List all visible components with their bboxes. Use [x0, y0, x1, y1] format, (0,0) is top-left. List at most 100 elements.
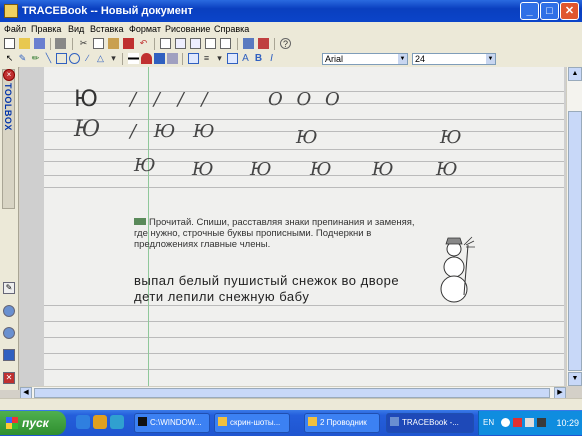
align-icon[interactable]: ≡ [201, 53, 212, 64]
bold-icon[interactable]: B [253, 53, 264, 64]
scroll-up-icon[interactable]: ▲ [568, 67, 582, 81]
folder-icon [308, 417, 317, 426]
page-icon[interactable] [160, 38, 171, 49]
toolbox-close-icon[interactable]: × [3, 69, 15, 81]
image-icon[interactable] [243, 38, 254, 49]
menu-bar: Файл Правка Вид Вставка Формат Рисование… [0, 22, 582, 36]
maximize-button[interactable]: □ [540, 2, 559, 20]
row3-letter: Ю [310, 159, 332, 180]
task-cmd[interactable]: C:\WINDOW... [134, 413, 210, 433]
special-icon[interactable] [123, 38, 134, 49]
explorer-quicklaunch-icon[interactable] [93, 415, 107, 429]
workbook-page: Ю Ю / / / / О О О / Ю Ю Ю Ю Ю Ю Ю Ю Ю Ю … [44, 67, 564, 386]
help-icon[interactable]: ? [280, 38, 291, 49]
app-icon [4, 4, 18, 18]
taskbar: пуск C:\WINDOW... скрин-шоты... 2 Провод… [0, 410, 582, 436]
task-explorer-group[interactable]: 2 Проводник [304, 413, 380, 433]
copy-icon[interactable] [93, 38, 104, 49]
frame-icon[interactable] [188, 53, 199, 64]
tracebook-icon [390, 417, 399, 426]
fill-color-icon[interactable] [141, 53, 152, 64]
task-screenshots[interactable]: скрин-шоты... [214, 413, 290, 433]
menu-edit[interactable]: Правка [31, 23, 61, 35]
menu-drawing[interactable]: Рисование [165, 23, 210, 35]
document-canvas[interactable]: Ю Ю / / / / О О О / Ю Ю Ю Ю Ю Ю Ю Ю Ю Ю … [20, 67, 566, 386]
row3-letter: Ю [134, 155, 156, 176]
page-delete-icon[interactable] [220, 38, 231, 49]
italic-icon[interactable]: I [266, 53, 277, 64]
row3-letter: Ю [192, 159, 214, 180]
task-tracebook[interactable]: TRACEBook -... [386, 413, 474, 433]
language-indicator[interactable]: EN [483, 418, 494, 427]
font-family-dropdown-icon[interactable]: ▼ [398, 54, 407, 64]
open-folder-icon[interactable] [19, 38, 30, 49]
square-tool-icon[interactable] [3, 349, 15, 361]
line-width-icon[interactable] [128, 53, 139, 64]
rectangle-icon[interactable] [56, 53, 67, 64]
close-button[interactable]: ✕ [560, 2, 579, 20]
minimize-button[interactable]: _ [520, 2, 539, 20]
erase-tool-icon[interactable]: ✕ [3, 372, 15, 384]
row3-letter: Ю [436, 159, 458, 180]
exercise-badge-icon [134, 218, 146, 225]
font-family-value: Arial [325, 54, 344, 64]
paste-icon[interactable] [108, 38, 119, 49]
pointer-icon[interactable]: ↖ [4, 53, 15, 64]
font-size-dropdown-icon[interactable]: ▼ [486, 54, 495, 64]
printed-letter: Ю [74, 87, 98, 112]
row3-letter: Ю [250, 159, 272, 180]
tray-app-icon[interactable] [537, 418, 546, 427]
pen-icon[interactable]: ✎ [17, 53, 28, 64]
tool-icon[interactable] [258, 38, 269, 49]
volume-icon[interactable] [525, 418, 534, 427]
polyline-icon[interactable]: ∕ [82, 53, 93, 64]
antivirus-icon[interactable] [513, 418, 522, 427]
brush-tool-icon[interactable]: ✎ [3, 282, 15, 294]
menu-format[interactable]: Формат [129, 23, 161, 35]
ellipse-icon[interactable] [69, 53, 80, 64]
circle-practice: О О О [268, 89, 344, 110]
print-icon[interactable] [55, 38, 66, 49]
disc-tool-icon[interactable] [3, 327, 15, 339]
circle-tool-icon[interactable] [3, 305, 15, 317]
menu-help[interactable]: Справка [214, 23, 249, 35]
start-button[interactable]: пуск [0, 411, 66, 435]
vertical-scroll-thumb[interactable] [568, 111, 582, 371]
title-bar: TRACEBook -- Новый документ _ □ ✕ [0, 0, 582, 22]
font-size-value: 24 [415, 54, 426, 64]
system-tray: EN 10:29 [478, 411, 582, 435]
shadow-icon[interactable] [167, 53, 178, 64]
dropdown-arrow2-icon[interactable]: ▾ [214, 53, 225, 64]
page-prev-icon[interactable] [175, 38, 186, 49]
toolbox-panel: × TOOLBOX ✎ ✕ [0, 67, 19, 390]
network-icon[interactable] [501, 418, 510, 427]
line-color-icon[interactable] [154, 53, 165, 64]
undo-icon[interactable]: ↶ [138, 38, 149, 49]
new-document-icon[interactable] [4, 38, 15, 49]
clock: 10:29 [556, 418, 579, 428]
save-disk-icon[interactable] [34, 38, 45, 49]
menu-view[interactable]: Вид [68, 23, 84, 35]
triangle-icon[interactable]: △ [95, 53, 106, 64]
page-next-icon[interactable] [190, 38, 201, 49]
line-icon[interactable]: ╲ [43, 53, 54, 64]
row2-practice-b: Ю [296, 127, 318, 148]
textbox-icon[interactable] [227, 53, 238, 64]
windows-logo-icon [6, 417, 18, 429]
cut-icon[interactable]: ✂ [78, 38, 89, 49]
font-size-select[interactable]: 24 ▼ [412, 53, 496, 65]
menu-file[interactable]: Файл [4, 23, 26, 35]
row2-practice-c: Ю [440, 127, 462, 148]
pencil-icon[interactable]: ✏ [30, 53, 41, 64]
dropdown-arrow-icon[interactable]: ▾ [108, 53, 119, 64]
text-size-icon[interactable]: A [240, 53, 251, 64]
stroke-practice: / / / / [130, 89, 214, 110]
ie-icon[interactable] [76, 415, 90, 429]
font-family-select[interactable]: Arial ▼ [322, 53, 408, 65]
desktop-quicklaunch-icon[interactable] [110, 415, 124, 429]
horizontal-scroll-thumb[interactable] [34, 388, 550, 398]
scroll-down-icon[interactable]: ▼ [568, 372, 582, 386]
menu-insert[interactable]: Вставка [90, 23, 123, 35]
vertical-scrollbar[interactable]: ▲ ▼ [566, 67, 582, 386]
page-add-icon[interactable] [205, 38, 216, 49]
